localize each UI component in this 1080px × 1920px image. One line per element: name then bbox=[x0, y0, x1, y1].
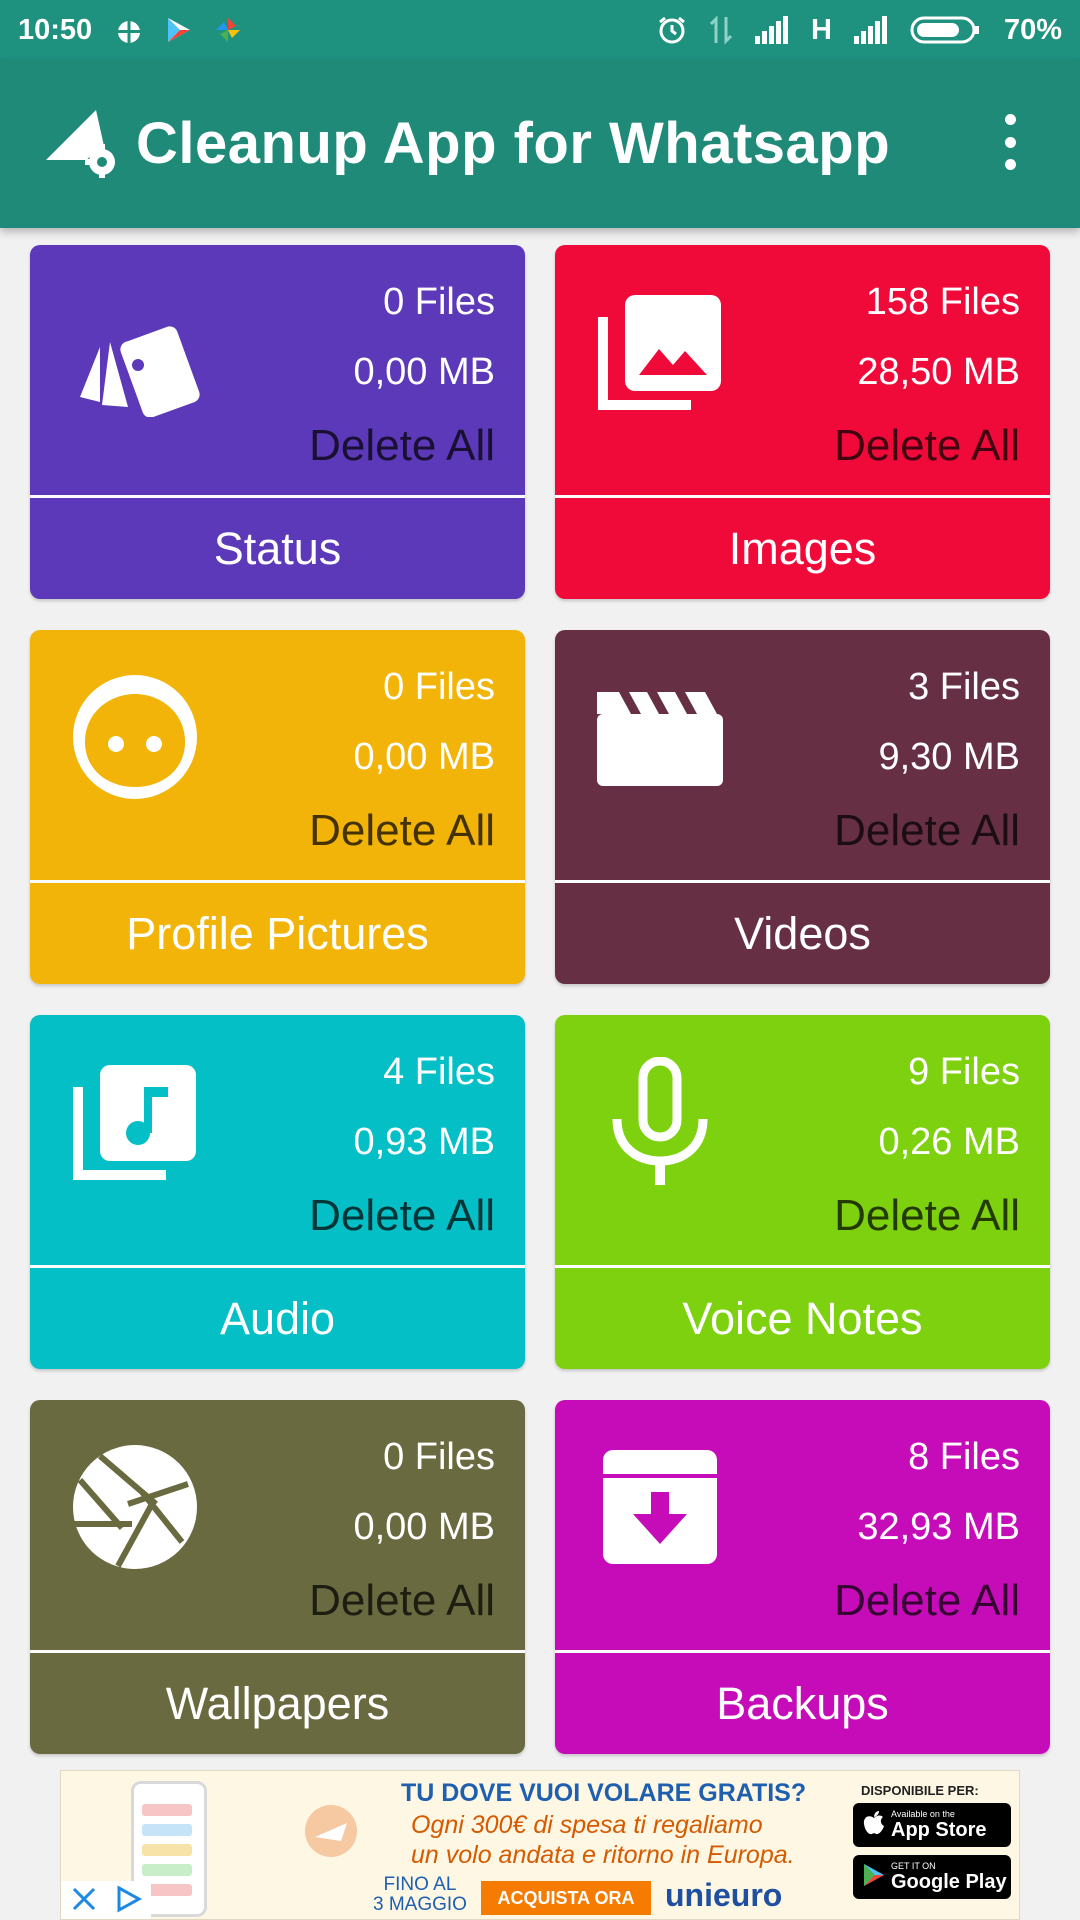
photos-icon bbox=[214, 16, 242, 44]
apple-icon bbox=[863, 1810, 885, 1841]
files-size: 0,00 MB bbox=[353, 1506, 495, 1548]
music-library-icon bbox=[70, 1057, 200, 1187]
play-store-icon bbox=[166, 16, 192, 44]
card-voice-notes[interactable]: 9 Files 0,26 MB Delete All Voice Notes bbox=[555, 1015, 1050, 1369]
card-label: Profile Pictures bbox=[30, 883, 525, 984]
app-store-small: Available on the bbox=[891, 1808, 955, 1819]
card-label: Wallpapers bbox=[30, 1653, 525, 1754]
card-images[interactable]: 158 Files 28,50 MB Delete All Images bbox=[555, 245, 1050, 599]
card-audio[interactable]: 4 Files 0,93 MB Delete All Audio bbox=[30, 1015, 525, 1369]
ad-available-label: DISPONIBILE PER: bbox=[861, 1783, 979, 1798]
cleanup-logo-icon bbox=[46, 102, 116, 178]
signal-icon-2 bbox=[853, 16, 888, 44]
files-size: 28,50 MB bbox=[857, 351, 1020, 393]
card-label: Status bbox=[30, 498, 525, 599]
card-label: Voice Notes bbox=[555, 1268, 1050, 1369]
files-size: 0,00 MB bbox=[353, 736, 495, 778]
delete-all-button[interactable]: Delete All bbox=[309, 1191, 495, 1241]
overflow-menu-button[interactable] bbox=[990, 114, 1030, 170]
google-play-small: GET IT ON bbox=[891, 1860, 936, 1871]
network-type: H bbox=[811, 13, 832, 46]
ad-close-icon[interactable] bbox=[70, 1885, 98, 1918]
card-wallpapers[interactable]: 0 Files 0,00 MB Delete All Wallpapers bbox=[30, 1400, 525, 1754]
google-play-badge[interactable]: GET IT ON Google Play bbox=[853, 1855, 1011, 1899]
dot-icon bbox=[1004, 114, 1016, 125]
card-label: Backups bbox=[555, 1653, 1050, 1754]
status-time: 10:50 bbox=[18, 13, 93, 46]
images-icon bbox=[595, 287, 725, 417]
files-count: 4 Files bbox=[383, 1051, 495, 1093]
files-count: 158 Files bbox=[865, 281, 1020, 323]
card-label: Audio bbox=[30, 1268, 525, 1369]
face-icon bbox=[70, 672, 200, 802]
files-count: 0 Files bbox=[383, 1436, 495, 1478]
files-size: 0,26 MB bbox=[878, 1121, 1020, 1163]
dot-icon bbox=[1004, 159, 1016, 170]
ad-cta-button[interactable]: ACQUISTA ORA bbox=[481, 1881, 651, 1915]
status-cards-icon bbox=[70, 287, 200, 418]
adchoices-icon[interactable] bbox=[115, 1884, 143, 1918]
card-backups[interactable]: 8 Files 32,93 MB Delete All Backups bbox=[555, 1400, 1050, 1754]
ad-plane-icon bbox=[301, 1801, 361, 1866]
android-notification-icon bbox=[114, 16, 144, 44]
ad-banner[interactable]: TU DOVE VUOI VOLARE GRATIS? Ogni 300€ di… bbox=[60, 1770, 1020, 1920]
ad-controls bbox=[61, 1881, 151, 1919]
ad-headline: TU DOVE VUOI VOLARE GRATIS? bbox=[401, 1779, 807, 1807]
files-size: 0,93 MB bbox=[353, 1121, 495, 1163]
files-count: 0 Files bbox=[383, 281, 495, 323]
ad-date-line-2: 3 MAGGIO bbox=[373, 1894, 467, 1915]
card-label: Images bbox=[555, 498, 1050, 599]
battery-icon bbox=[910, 15, 982, 45]
files-size: 0,00 MB bbox=[353, 351, 495, 393]
signal-icon bbox=[755, 16, 789, 44]
delete-all-button[interactable]: Delete All bbox=[309, 421, 495, 471]
delete-all-button[interactable]: Delete All bbox=[834, 1576, 1020, 1626]
google-play-big: Google Play bbox=[891, 1870, 1007, 1893]
card-videos[interactable]: 3 Files 9,30 MB Delete All Videos bbox=[555, 630, 1050, 984]
files-count: 9 Files bbox=[908, 1051, 1020, 1093]
status-bar: 10:50 H 70% bbox=[0, 0, 1080, 60]
app-bar: Cleanup App for Whatsapp bbox=[0, 60, 1080, 228]
ad-date-line-1: FINO AL bbox=[383, 1874, 457, 1895]
archive-download-icon bbox=[595, 1442, 725, 1572]
delete-all-button[interactable]: Delete All bbox=[834, 1191, 1020, 1241]
app-title: Cleanup App for Whatsapp bbox=[136, 111, 891, 176]
shutter-icon bbox=[70, 1442, 200, 1572]
delete-all-button[interactable]: Delete All bbox=[834, 421, 1020, 471]
ad-line-1: Ogni 300€ di spesa ti regaliamo bbox=[411, 1811, 763, 1839]
delete-all-button[interactable]: Delete All bbox=[309, 806, 495, 856]
delete-all-button[interactable]: Delete All bbox=[309, 1576, 495, 1626]
app-store-big: App Store bbox=[891, 1818, 987, 1841]
files-count: 3 Files bbox=[908, 666, 1020, 708]
delete-all-button[interactable]: Delete All bbox=[834, 806, 1020, 856]
battery-percent: 70% bbox=[1003, 13, 1062, 46]
google-play-icon bbox=[863, 1863, 885, 1892]
files-size: 32,93 MB bbox=[857, 1506, 1020, 1548]
ad-line-2: un volo andata e ritorno in Europa. bbox=[411, 1841, 795, 1869]
files-count: 8 Files bbox=[908, 1436, 1020, 1478]
data-transfer-icon bbox=[709, 15, 733, 45]
card-label: Videos bbox=[555, 883, 1050, 984]
clapperboard-icon bbox=[595, 672, 725, 802]
ad-brand: unieuro bbox=[665, 1877, 783, 1913]
app-store-badge[interactable]: Available on the App Store bbox=[853, 1803, 1011, 1847]
ad-date: FINO AL 3 MAGGIO bbox=[373, 1875, 467, 1915]
files-count: 0 Files bbox=[383, 666, 495, 708]
microphone-icon bbox=[595, 1056, 725, 1187]
alarm-icon bbox=[657, 15, 687, 45]
card-profile-pictures[interactable]: 0 Files 0,00 MB Delete All Profile Pictu… bbox=[30, 630, 525, 984]
card-status[interactable]: 0 Files 0,00 MB Delete All Status bbox=[30, 245, 525, 599]
dot-icon bbox=[1004, 136, 1016, 148]
files-size: 9,30 MB bbox=[878, 736, 1020, 778]
